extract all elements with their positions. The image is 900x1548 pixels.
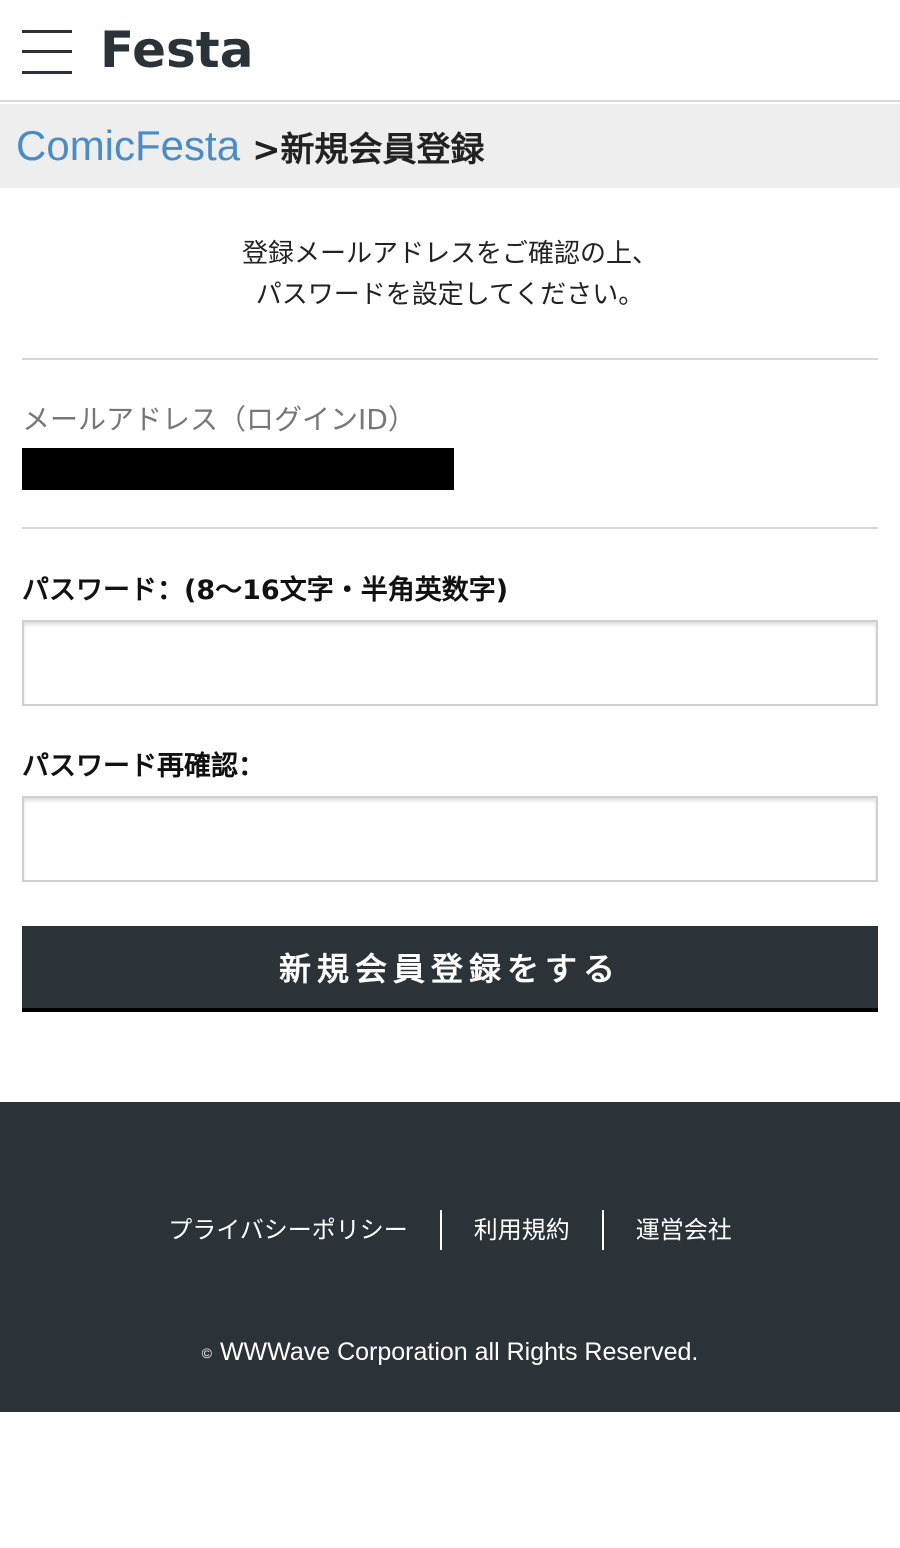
footer: プライバシーポリシー 利用規約 運営会社 © WWWave Corporation… [0, 1102, 900, 1412]
password-label: パスワード：(8〜16文字・半角英数字) [22, 575, 509, 606]
copyright-text: WWWave Corporation all Rights Reserved. [219, 1338, 699, 1366]
email-value-redacted [22, 448, 454, 490]
menu-bar [22, 30, 72, 33]
register-submit-button[interactable]: 新規会員登録をする [22, 926, 878, 1012]
divider [22, 527, 878, 529]
footer-links: プライバシーポリシー 利用規約 運営会社 [0, 1210, 900, 1250]
copyright: © WWWave Corporation all Rights Reserved. [0, 1338, 900, 1367]
breadcrumb: ComicFesta >新規会員登録 [0, 104, 900, 188]
intro-line-1: 登録メールアドレスをご確認の上、 [241, 239, 658, 269]
intro-message: 登録メールアドレスをご確認の上、 パスワードを設定してください。 [0, 234, 900, 316]
password-input[interactable] [22, 620, 878, 706]
app-header: Festa [0, 0, 900, 102]
password-confirm-label: パスワード再確認： [22, 751, 265, 782]
footer-link-company[interactable]: 運営会社 [604, 1214, 764, 1246]
breadcrumb-current: >新規会員登録 [252, 129, 485, 170]
menu-bar [22, 50, 72, 53]
email-label: メールアドレス（ログインID） [22, 403, 416, 436]
intro-line-2: パスワードを設定してください。 [255, 280, 645, 310]
footer-link-terms[interactable]: 利用規約 [442, 1214, 602, 1246]
menu-bar [22, 71, 72, 74]
divider [22, 358, 878, 360]
password-confirm-input[interactable] [22, 796, 878, 882]
footer-link-privacy[interactable]: プライバシーポリシー [136, 1214, 440, 1246]
breadcrumb-home-link[interactable]: ComicFesta [16, 122, 240, 170]
hamburger-menu-icon[interactable] [22, 30, 72, 74]
copyright-mark: © [201, 1345, 212, 1362]
festa-logo[interactable]: Festa [100, 20, 253, 80]
